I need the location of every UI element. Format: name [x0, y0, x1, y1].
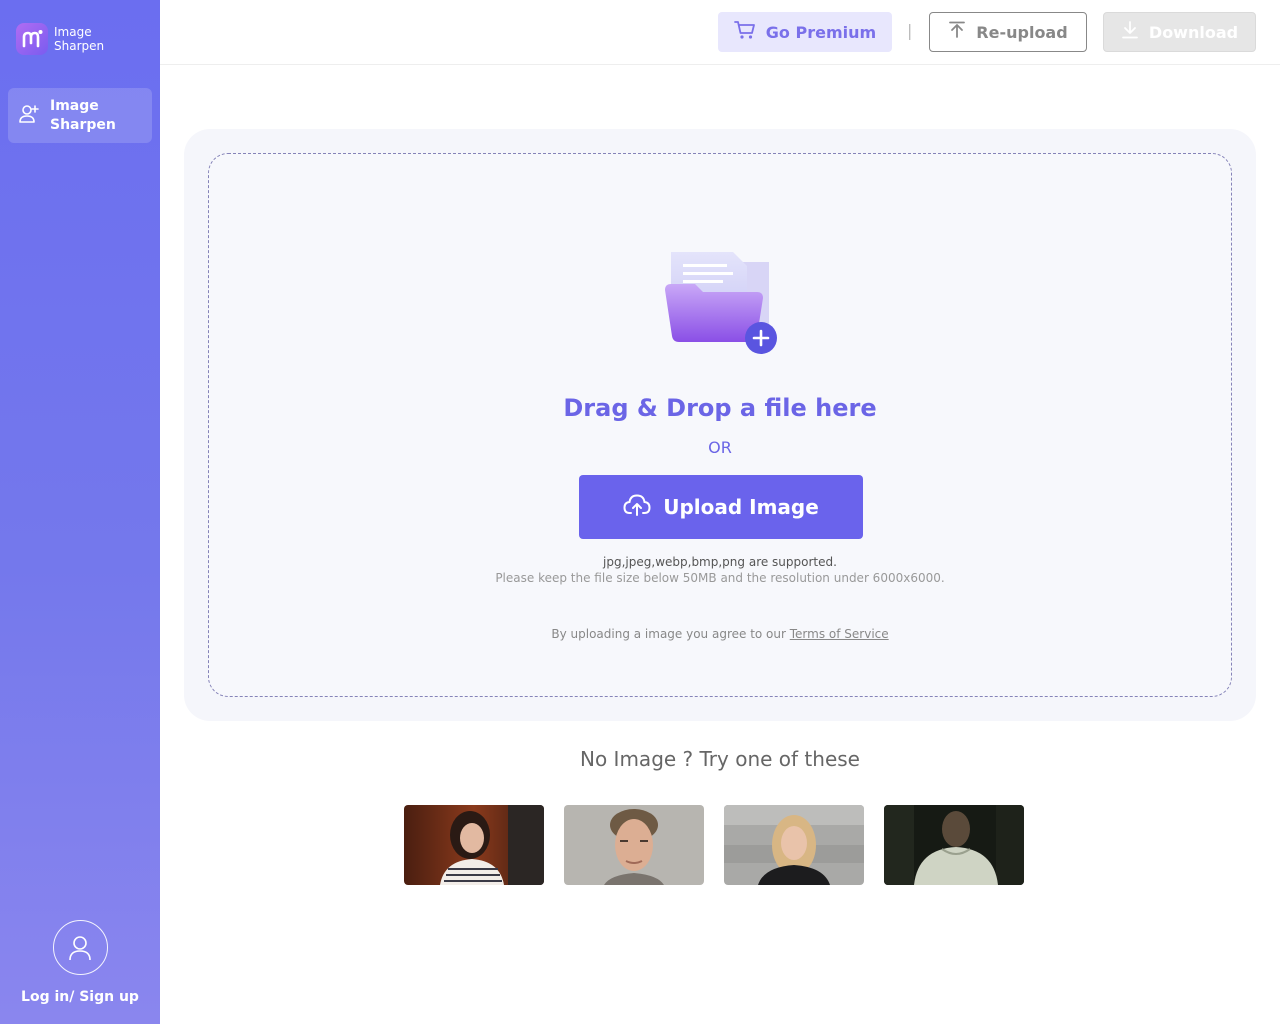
- header-divider: |: [907, 21, 913, 40]
- logo-text: Image Sharpen: [54, 25, 104, 53]
- sidebar: Image Sharpen Image Sharpen Log in/ Sign…: [0, 0, 160, 1024]
- folder-add-icon: [657, 246, 785, 356]
- terms-of-service-link[interactable]: Terms of Service: [790, 627, 889, 641]
- app-logo[interactable]: Image Sharpen: [16, 23, 104, 55]
- reupload-button[interactable]: Re-upload: [929, 12, 1087, 52]
- terms-notice: By uploading a image you agree to our Te…: [209, 627, 1231, 641]
- sample-image-1[interactable]: [404, 805, 544, 885]
- sidebar-item-image-sharpen[interactable]: Image Sharpen: [8, 88, 152, 143]
- cart-icon: [733, 20, 766, 44]
- upload-panel: Drag & Drop a file here OR Upload Image …: [184, 129, 1256, 721]
- upload-arrow-icon: [948, 21, 976, 43]
- avatar[interactable]: [52, 920, 108, 975]
- sidebar-item-label: Image Sharpen: [50, 97, 116, 133]
- go-premium-label: Go Premium: [765, 22, 877, 42]
- logo-m-icon: [16, 23, 48, 55]
- login-label[interactable]: Log in/ Sign up: [21, 989, 139, 1005]
- logo-line-1: Image: [54, 25, 92, 39]
- logo-line-2: Sharpen: [54, 39, 105, 53]
- download-label: Download: [1148, 22, 1239, 42]
- user-add-icon: [18, 103, 40, 129]
- samples-title: No Image ? Try one of these: [580, 747, 860, 771]
- download-button[interactable]: Download: [1103, 12, 1256, 52]
- terms-prefix: By uploading a image you agree to our: [551, 627, 790, 641]
- sample-image-4[interactable]: [884, 805, 1024, 885]
- login-signup[interactable]: Log in/ Sign up: [0, 920, 160, 1005]
- or-separator: OR: [708, 438, 732, 457]
- file-limits: Please keep the file size below 50MB and…: [495, 571, 945, 585]
- go-premium-button[interactable]: Go Premium: [718, 12, 892, 52]
- dropzone[interactable]: Drag & Drop a file here OR Upload Image …: [208, 153, 1232, 697]
- user-icon: [69, 935, 91, 960]
- cloud-upload-icon: [623, 493, 663, 522]
- upload-image-label: Upload Image: [663, 495, 819, 519]
- upload-image-button[interactable]: Upload Image: [579, 475, 863, 539]
- reupload-label: Re-upload: [976, 22, 1068, 42]
- dropzone-title: Drag & Drop a file here: [563, 394, 877, 422]
- supported-formats: jpg,jpeg,webp,bmp,png are supported.: [603, 555, 837, 569]
- sample-image-3[interactable]: [724, 805, 864, 885]
- sample-image-2[interactable]: [564, 805, 704, 885]
- download-icon: [1121, 21, 1149, 43]
- top-bar: Go Premium | Re-upload Download: [160, 0, 1280, 65]
